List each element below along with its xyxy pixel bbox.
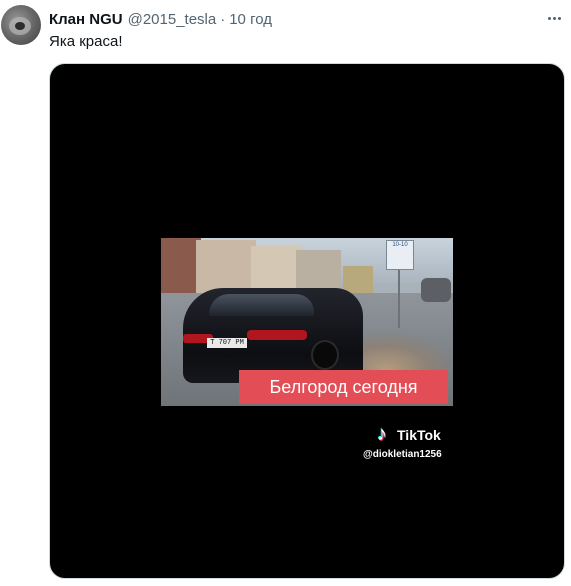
timestamp[interactable]: 10 год (229, 11, 272, 28)
more-icon[interactable] (543, 8, 565, 28)
building (343, 266, 373, 294)
tweet-header: Клан NGU @2015_tesla · 10 год (49, 9, 272, 29)
tail-light-right (247, 330, 307, 340)
car-wheel (311, 340, 339, 370)
video-player[interactable]: 10-10 Т 707 РМ 31 Белгород сегодня TikTo… (49, 63, 565, 579)
more-dot (547, 16, 551, 20)
license-plate: Т 707 РМ 31 (207, 338, 247, 357)
avatar[interactable] (1, 5, 41, 45)
more-dot (552, 16, 556, 20)
separator: · (220, 10, 226, 28)
tweet: Клан NGU @2015_tesla · 10 год Яка краса!… (0, 0, 571, 586)
video-frame: 10-10 Т 707 РМ 31 Белгород сегодня (161, 238, 453, 406)
more-dot (557, 16, 561, 20)
tiktok-logo-icon (376, 423, 394, 446)
background-car (421, 278, 451, 302)
tweet-text: Яка краса! (49, 33, 123, 50)
car-rear-window (209, 294, 314, 316)
tiktok-brand: TikTok (397, 427, 441, 443)
tiktok-watermark: TikTok (376, 423, 441, 446)
tiktok-username: @diokletian1256 (363, 449, 442, 460)
author-handle[interactable]: @2015_tesla (128, 11, 217, 28)
author-name[interactable]: Клан NGU (49, 11, 123, 28)
sign-pole (398, 268, 400, 328)
video-caption: Белгород сегодня (239, 370, 448, 404)
street-sign: 10-10 (386, 240, 414, 270)
